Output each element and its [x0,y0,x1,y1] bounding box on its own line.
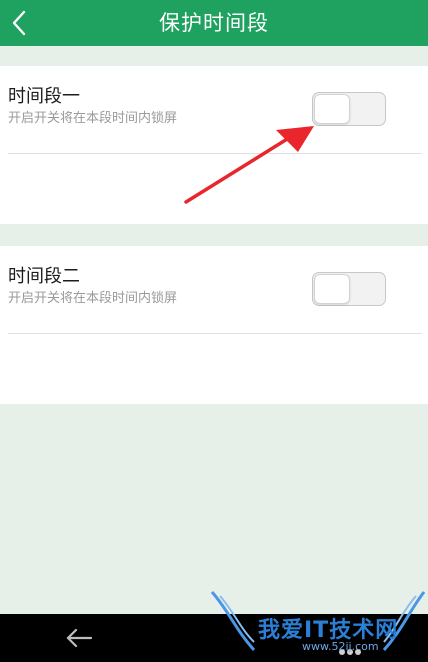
page-title: 保护时间段 [159,11,269,35]
divider [8,333,422,334]
system-nav-bar [0,614,428,662]
period-2-toggle[interactable] [312,272,386,306]
period-description-1: 开启开关将在本段时间内锁屏 [8,111,178,126]
period-name-1: 时间段一 [8,86,80,107]
period-name-2: 时间段二 [8,266,80,287]
toggle-knob [314,94,350,124]
period-1-toggle[interactable] [312,92,386,126]
toggle-knob [314,274,350,304]
period-row-1: 时间段一 开启开关将在本段时间内锁屏 [8,66,422,154]
period-row-2: 时间段二 开启开关将在本段时间内锁屏 [8,246,422,334]
arrow-left-icon [66,628,93,648]
divider [8,153,422,154]
period-card-2: 时间段二 开启开关将在本段时间内锁屏 [0,246,428,404]
title-bar: 保护时间段 [0,0,428,46]
period-card-1: 时间段一 开启开关将在本段时间内锁屏 [0,66,428,224]
nav-back-button[interactable] [62,626,96,650]
period-description-2: 开启开关将在本段时间内锁屏 [8,291,178,306]
